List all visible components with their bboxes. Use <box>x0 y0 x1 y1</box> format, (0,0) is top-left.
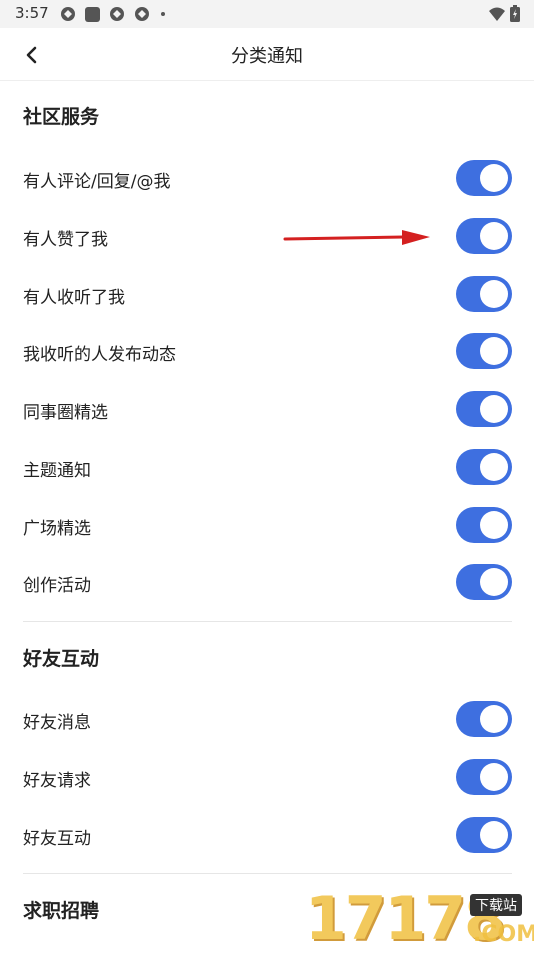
setting-row: 我收听的人发布动态 <box>0 322 534 380</box>
setting-label: 好友请求 <box>23 771 91 791</box>
status-bar: 3:57 <box>0 0 534 28</box>
toggle-switch[interactable] <box>456 701 512 737</box>
section-divider <box>23 621 512 622</box>
setting-row: 同事圈精选 <box>0 380 534 438</box>
setting-label: 主题通知 <box>23 461 91 481</box>
setting-label: 有人赞了我 <box>23 230 108 250</box>
app-notification-icon <box>110 7 124 21</box>
setting-label: 创作活动 <box>23 576 91 596</box>
app-notification-icon <box>61 7 75 21</box>
watermark-logo: 17178 下载站 .COM <box>305 888 534 950</box>
app-square-icon <box>85 6 100 22</box>
status-right <box>488 5 520 22</box>
toggle-switch[interactable] <box>456 817 512 853</box>
section-divider <box>23 873 512 874</box>
toggle-knob <box>480 821 508 849</box>
toggle-knob <box>480 280 508 308</box>
app-header: 分类通知 <box>0 28 534 81</box>
setting-label: 有人收听了我 <box>23 288 125 308</box>
toggle-knob <box>480 222 508 250</box>
setting-label: 我收听的人发布动态 <box>23 345 176 365</box>
toggle-knob <box>480 705 508 733</box>
toggle-switch[interactable] <box>456 507 512 543</box>
annotation-arrow-icon <box>283 230 430 245</box>
setting-label: 有人评论/回复/@我 <box>23 172 171 192</box>
toggle-switch[interactable] <box>456 160 512 196</box>
toggle-knob <box>480 164 508 192</box>
toggle-switch[interactable] <box>456 218 512 254</box>
setting-row: 好友互动 <box>0 806 534 864</box>
toggle-switch[interactable] <box>456 333 512 369</box>
setting-label: 同事圈精选 <box>23 403 108 423</box>
app-notification-icon <box>135 7 149 21</box>
setting-label: 好友互动 <box>23 829 91 849</box>
setting-row: 好友请求 <box>0 748 534 806</box>
toggle-knob <box>480 763 508 791</box>
toggle-knob <box>480 511 508 539</box>
more-notifications-dot <box>161 12 165 16</box>
setting-label: 好友消息 <box>23 713 91 733</box>
toggle-switch[interactable] <box>456 759 512 795</box>
setting-row: 广场精选 <box>0 496 534 554</box>
section-title-friends: 好友互动 <box>23 648 100 670</box>
toggle-knob <box>480 453 508 481</box>
setting-row: 创作活动 <box>0 553 534 611</box>
setting-row: 有人赞了我 <box>0 207 534 265</box>
toggle-knob <box>480 337 508 365</box>
toggle-knob <box>480 395 508 423</box>
toggle-switch[interactable] <box>456 449 512 485</box>
section-title-community: 社区服务 <box>23 106 100 128</box>
setting-row: 有人收听了我 <box>0 265 534 323</box>
setting-row: 好友消息 <box>0 690 534 748</box>
battery-icon <box>510 5 520 22</box>
toggle-switch[interactable] <box>456 564 512 600</box>
section-title-jobs: 求职招聘 <box>23 900 100 922</box>
setting-row: 主题通知 <box>0 438 534 496</box>
notification-icons <box>60 6 165 22</box>
page-title: 分类通知 <box>231 46 303 67</box>
toggle-switch[interactable] <box>456 391 512 427</box>
watermark-badge: 下载站 <box>470 894 522 916</box>
status-time: 3:57 <box>15 4 49 22</box>
setting-row: 有人评论/回复/@我 <box>0 149 534 207</box>
setting-label: 广场精选 <box>23 519 91 539</box>
wifi-icon <box>489 7 505 21</box>
watermark-suffix: .COM <box>473 922 534 947</box>
toggle-switch[interactable] <box>456 276 512 312</box>
toggle-knob <box>480 568 508 596</box>
